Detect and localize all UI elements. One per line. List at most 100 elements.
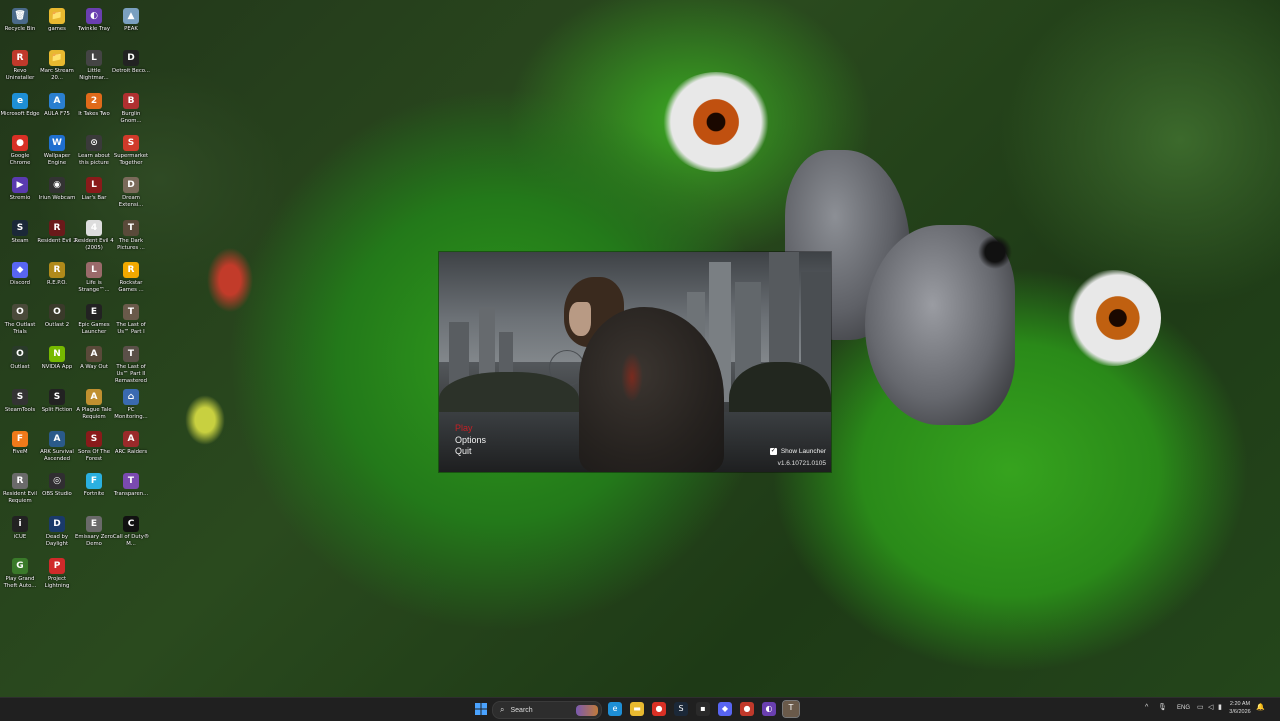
desktop-icon[interactable]: P Project Lightning xyxy=(37,556,77,596)
desktop-icon-label: NVIDIA App xyxy=(41,364,73,371)
edge-taskbar-icon[interactable]: e xyxy=(608,702,622,716)
desktop-icon[interactable]: 📁 games xyxy=(37,6,77,46)
desktop-icon[interactable]: G Play Grand Theft Auto... xyxy=(0,556,40,596)
desktop-icon[interactable]: C Call of Duty® M... xyxy=(111,514,151,554)
desktop-icon[interactable]: O The Outlast Trials xyxy=(0,302,40,342)
app-icon: T xyxy=(123,346,139,363)
network-icon[interactable]: ▭ xyxy=(1197,703,1204,711)
language-indicator[interactable]: ENG xyxy=(1177,705,1190,711)
desktop-icon[interactable]: ⌂ PC Monitoring... xyxy=(111,387,151,427)
desktop-icon[interactable]: R Rockstar Games ... xyxy=(111,260,151,300)
desktop-icon[interactable]: e Microsoft Edge xyxy=(0,91,40,131)
desktop-icon[interactable]: F FiveM xyxy=(0,429,40,469)
desktop-icon[interactable]: W Wallpaper Engine xyxy=(37,133,77,173)
app-icon: T xyxy=(123,219,139,236)
game-launcher-window[interactable]: Play Options Quit ✓ Show Launcher v1.6.1… xyxy=(439,252,831,472)
desktop-icon[interactable]: A ARK Survival Ascended xyxy=(37,429,77,469)
desktop-icon[interactable]: D Detroit Beco... xyxy=(111,48,151,88)
desktop-icon-label: Rockstar Games ... xyxy=(118,279,144,293)
taskbar: ⌕ Search e ▬ ● S ▪ ◆ ● ◐ T ^ 🎙 ENG ▭ ◁ ▮ 2:20 AM… xyxy=(0,697,1280,721)
file-explorer-taskbar-icon[interactable]: ▬ xyxy=(630,702,644,716)
desktop-icon[interactable]: 2 It Takes Two xyxy=(74,91,114,131)
desktop-icon-label: Steam xyxy=(11,237,29,244)
chrome-alt-taskbar-icon[interactable]: ● xyxy=(740,702,754,716)
tray-overflow-icon[interactable]: ^ xyxy=(1145,704,1148,711)
desktop-icon[interactable]: ◉ Iriun Webcam xyxy=(37,175,77,215)
quit-button[interactable]: Quit xyxy=(455,446,486,458)
desktop-icon[interactable]: T The Last of Us™ Part I xyxy=(111,302,151,342)
app-icon: L xyxy=(86,177,102,194)
desktop-icon[interactable]: R Revo Uninstaller xyxy=(0,48,40,88)
desktop-icon-label: Revo Uninstaller xyxy=(5,68,35,82)
desktop-icon[interactable]: 4 Resident Evil 4 (2005) xyxy=(74,218,114,258)
desktop-icon[interactable]: ◎ OBS Studio xyxy=(37,471,77,511)
desktop-icon[interactable]: ▲ PEAK xyxy=(111,6,151,46)
app-icon: A xyxy=(86,388,102,405)
play-button[interactable]: Play xyxy=(455,423,486,435)
volume-icon[interactable]: ◁ xyxy=(1208,703,1213,711)
app-icon: R xyxy=(123,261,139,278)
desktop-icon[interactable]: E Emissary Zero Demo xyxy=(74,514,114,554)
desktop-icon[interactable]: S Split Fiction xyxy=(37,387,77,427)
desktop-icon[interactable]: 🗑 Recycle Bin xyxy=(0,6,40,46)
notification-bell-icon[interactable]: 🔔 xyxy=(1256,703,1265,711)
desktop-icon[interactable]: F Fortnite xyxy=(74,471,114,511)
app-icon: E xyxy=(86,515,102,532)
desktop-icon[interactable]: ▶ Stremio xyxy=(0,175,40,215)
app-icon: R xyxy=(12,473,28,490)
desktop-icon[interactable]: ● Google Chrome xyxy=(0,133,40,173)
desktop-icon-label: Supermarket Together xyxy=(113,152,149,166)
desktop-icon[interactable]: L Liar's Bar xyxy=(74,175,114,215)
desktop-icon[interactable]: N NVIDIA App xyxy=(37,344,77,384)
desktop-icon[interactable]: ◐ Twinkle Tray xyxy=(74,6,114,46)
app-icon: 2 xyxy=(86,92,102,109)
steam-taskbar-icon[interactable]: S xyxy=(674,702,688,716)
desktop-icon[interactable]: ◆ Discord xyxy=(0,260,40,300)
desktop-icon[interactable]: T The Dark Pictures ... xyxy=(111,218,151,258)
desktop-icon[interactable]: O Outlast xyxy=(0,344,40,384)
desktop-icon[interactable]: S Steam xyxy=(0,218,40,258)
desktop-icon[interactable]: E Epic Games Launcher xyxy=(74,302,114,342)
desktop-icon[interactable]: T The Last of Us™ Part II Remastered xyxy=(111,344,151,384)
desktop-icon[interactable]: O Outlast 2 xyxy=(37,302,77,342)
desktop-icon[interactable]: ⊙ Learn about this picture xyxy=(74,133,114,173)
desktop-icon[interactable]: AA Way Out xyxy=(74,344,114,384)
app-icon: E xyxy=(86,304,102,321)
show-launcher-toggle[interactable]: ✓ Show Launcher xyxy=(769,448,826,455)
desktop-icon[interactable]: D Dead by Daylight xyxy=(37,514,77,554)
desktop-icon[interactable]: D Dream Extensi... xyxy=(111,175,151,215)
start-logo xyxy=(475,703,487,715)
desktop-icon[interactable]: i iCUE xyxy=(0,514,40,554)
terminal-taskbar-icon[interactable]: ▪ xyxy=(696,702,710,716)
twinkle-tray-taskbar-icon[interactable]: ◐ xyxy=(762,702,776,716)
desktop-icon[interactable]: R R.E.P.O. xyxy=(37,260,77,300)
taskbar-clock[interactable]: 2:20 AM 3/6/2026 xyxy=(1226,700,1254,716)
desktop-icon-label: Split Fiction xyxy=(41,406,73,413)
desktop-icon[interactable]: S Supermarket Together xyxy=(111,133,151,173)
desktop-icon[interactable]: 📁 Marc Stream 20... xyxy=(37,48,77,88)
desktop-icon[interactable]: AA Plague Tale Requiem xyxy=(74,387,114,427)
app-icon: ◉ xyxy=(49,177,65,194)
desktop-icon[interactable]: A ARC Raiders xyxy=(111,429,151,469)
battery-icon[interactable]: ▮ xyxy=(1218,703,1222,711)
desktop-icon[interactable]: S SteamTools xyxy=(0,387,40,427)
desktop-icon[interactable]: S Sons Of The Forest xyxy=(74,429,114,469)
desktop-icon[interactable]: L Life is Strange™... xyxy=(74,260,114,300)
desktop-icon[interactable]: L Little Nightmar... xyxy=(74,48,114,88)
app-icon: D xyxy=(123,50,139,67)
desktop-icon[interactable]: R Resident Evil 2 xyxy=(37,218,77,258)
chrome-taskbar-icon[interactable]: ● xyxy=(652,702,666,716)
discord-taskbar-icon[interactable]: ◆ xyxy=(718,702,732,716)
desktop-icon[interactable]: A AULA F75 xyxy=(37,91,77,131)
desktop-icon[interactable]: R Resident Evil Requiem xyxy=(0,471,40,511)
desktop-icon[interactable]: T Transparen... xyxy=(111,471,151,511)
checkbox-checked-icon[interactable]: ✓ xyxy=(769,448,777,455)
tlou-launcher-taskbar-icon[interactable]: T xyxy=(782,700,800,718)
microphone-icon[interactable]: 🎙 xyxy=(1158,703,1167,711)
desktop-icon-label: Liar's Bar xyxy=(81,195,107,202)
taskbar-search-box[interactable]: ⌕ Search xyxy=(492,701,602,719)
desktop-icon-label: iCUE xyxy=(13,533,27,540)
windows-start-icon[interactable] xyxy=(474,702,488,716)
options-button[interactable]: Options xyxy=(455,435,486,447)
desktop-icon[interactable]: B Burglin Gnom... xyxy=(111,91,151,131)
